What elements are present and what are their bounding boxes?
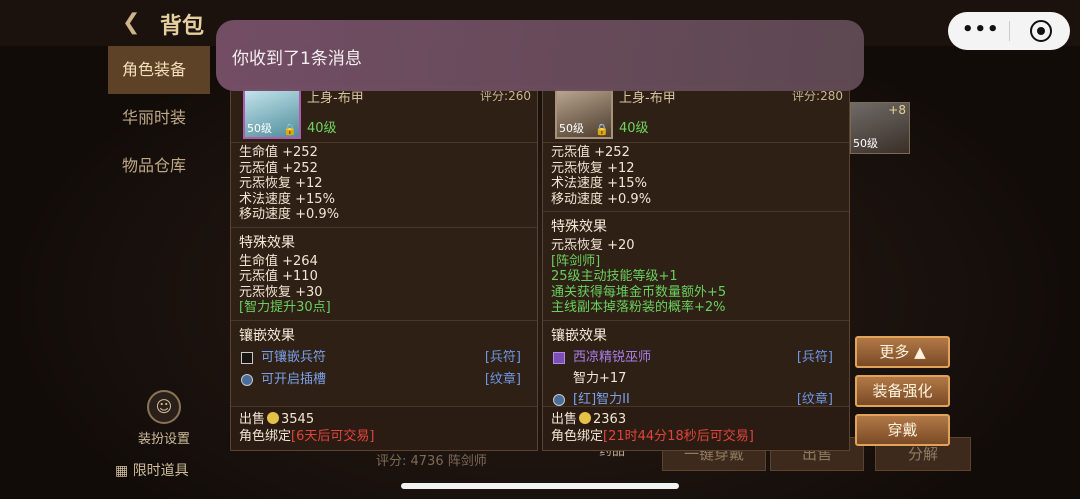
outfit-settings-label: 装扮设置 bbox=[137, 432, 190, 447]
stat-line: 生命值 +252 bbox=[239, 145, 318, 160]
special-bonus: 25级主动技能等级+1 bbox=[551, 269, 678, 284]
stat-line: 术法速度 +15% bbox=[551, 176, 647, 191]
item-header: 50级 🔒 上身-布甲 评分:260 40级 bbox=[231, 87, 537, 143]
limited-items-label: 限时道具 bbox=[132, 463, 189, 479]
left-tab-list: 角色装备 华丽时装 物品仓库 bbox=[108, 46, 210, 190]
stat-line: 移动速度 +0.9% bbox=[239, 207, 340, 222]
item-level: 50级 bbox=[853, 137, 878, 150]
special-line: 元炁恢复 +20 bbox=[551, 238, 635, 253]
special-bonus: 通关获得每堆金币数量额外+5 bbox=[551, 284, 727, 300]
item-icon: 50级 🔒 bbox=[555, 89, 613, 139]
base-stats: 生命值 +252 元炁值 +252 元炁恢复 +12 术法速度 +15% 移动速… bbox=[231, 143, 537, 228]
page-title: 背包 bbox=[160, 14, 205, 39]
message-notification[interactable]: 你收到了1条消息 bbox=[216, 20, 864, 91]
stat-line: 术法速度 +15% bbox=[239, 191, 335, 207]
special-effects: 特殊效果 元炁恢复 +20 [阵剑师] 25级主动技能等级+1 通关获得每堆金币… bbox=[543, 212, 849, 321]
more-icon[interactable]: ••• bbox=[962, 19, 1000, 40]
sell-label: 出售 bbox=[239, 412, 266, 427]
trade-note: [6天后可交易] bbox=[291, 429, 375, 444]
section-title: 镶嵌效果 bbox=[239, 327, 295, 344]
stat-line: 移动速度 +0.9% bbox=[551, 191, 652, 207]
padlock-icon bbox=[241, 373, 253, 386]
gem-slot[interactable]: 可开启插槽 [纹章] bbox=[239, 369, 529, 391]
sell-price: 2363 bbox=[593, 412, 627, 427]
gem-type: [兵符] bbox=[484, 349, 521, 365]
gem-slot[interactable]: 西凉精锐巫师 [兵符] bbox=[551, 347, 841, 369]
special-bonus: [智力提升30点] bbox=[239, 300, 331, 315]
person-icon: ☺ bbox=[147, 390, 181, 424]
back-arrow-icon[interactable]: ❮ bbox=[122, 10, 140, 35]
more-label: 更多 bbox=[879, 343, 910, 361]
item-header: 50级 🔒 上身-布甲 评分:280 40级 bbox=[543, 87, 849, 143]
home-indicator[interactable] bbox=[401, 483, 679, 489]
required-level: 40级 bbox=[619, 121, 649, 136]
caret-up-icon: ▲ bbox=[914, 343, 926, 361]
equip-button[interactable]: 穿戴 bbox=[855, 414, 950, 446]
gem-name: 可开启插槽 bbox=[261, 371, 327, 387]
sell-price: 3545 bbox=[281, 412, 315, 427]
limited-items-button[interactable]: ▦ 限时道具 bbox=[115, 460, 189, 480]
gem-bonus: 智力+17 bbox=[573, 370, 627, 386]
bind-label: 角色绑定 bbox=[551, 429, 604, 444]
gem-effects: 镶嵌效果 可镶嵌兵符 [兵符] 可开启插槽 [纹章] bbox=[231, 321, 537, 395]
special-line: 元炁值 +110 bbox=[239, 269, 318, 284]
special-effects: 特殊效果 生命值 +264 元炁值 +110 元炁恢复 +30 [智力提升30点… bbox=[231, 228, 537, 321]
bind-label: 角色绑定 bbox=[239, 429, 292, 444]
gem-effects: 镶嵌效果 西凉精锐巫师 [兵符] 智力+17 [红]智力II [纹章] bbox=[543, 321, 849, 415]
item-level: 50级 bbox=[247, 122, 272, 135]
tab-fashion[interactable]: 华丽时装 bbox=[108, 94, 210, 142]
special-line: 生命值 +264 bbox=[239, 253, 318, 269]
item-footer: 出售 3545 角色绑定[6天后可交易] bbox=[231, 406, 537, 450]
base-stats: 元炁值 +252 元炁恢复 +12 术法速度 +15% 移动速度 +0.9% bbox=[543, 143, 849, 212]
equipped-item-tooltip: 50级 🔒 上身-布甲 评分:260 40级 生命值 +252 元炁值 +252… bbox=[230, 86, 538, 451]
gem-type: [兵符] bbox=[796, 349, 833, 365]
equipped-item-slot[interactable]: +8 50级 bbox=[850, 102, 910, 154]
enhance-level: +8 bbox=[888, 103, 906, 117]
gem-name: 西凉精锐巫师 bbox=[573, 349, 652, 365]
empty-slot-icon bbox=[241, 351, 253, 364]
coin-icon bbox=[579, 412, 592, 424]
outfit-settings-button[interactable]: ☺ 装扮设置 bbox=[134, 390, 194, 447]
gem-name: 可镶嵌兵符 bbox=[261, 349, 327, 365]
calendar-icon: ▦ bbox=[115, 463, 129, 479]
item-level: 50级 bbox=[559, 122, 584, 135]
more-button[interactable]: 更多 ▲ bbox=[855, 336, 950, 368]
lock-icon: 🔒 bbox=[283, 123, 297, 136]
trade-note: [21时44分18秒后可交易] bbox=[603, 429, 754, 444]
close-target-icon[interactable] bbox=[1030, 20, 1052, 42]
section-title: 特殊效果 bbox=[551, 219, 607, 235]
emblem-icon bbox=[553, 393, 565, 406]
special-bonus: [阵剑师] bbox=[551, 253, 601, 269]
coin-icon bbox=[267, 412, 280, 424]
lock-icon: 🔒 bbox=[595, 123, 609, 136]
section-title: 镶嵌效果 bbox=[551, 327, 607, 344]
tab-character-equipment[interactable]: 角色装备 bbox=[108, 46, 210, 94]
item-icon: 50级 🔒 bbox=[243, 89, 301, 139]
stat-line: 元炁恢复 +12 bbox=[551, 160, 635, 176]
special-bonus: 主线副本掉落粉装的概率+2% bbox=[551, 300, 726, 315]
special-line: 元炁恢复 +30 bbox=[239, 284, 323, 300]
sell-label: 出售 bbox=[551, 412, 578, 427]
section-title: 特殊效果 bbox=[239, 234, 295, 251]
capsule-divider bbox=[1009, 21, 1010, 41]
character-score: 评分: 4736 阵剑师 bbox=[376, 454, 487, 469]
item-footer: 出售 2363 角色绑定[21时44分18秒后可交易] bbox=[543, 406, 849, 450]
required-level: 40级 bbox=[307, 121, 337, 136]
enhance-equipment-button[interactable]: 装备强化 bbox=[855, 375, 950, 407]
stat-line: 元炁恢复 +12 bbox=[239, 176, 323, 191]
mini-program-capsule: ••• bbox=[948, 12, 1070, 50]
gem-type: [纹章] bbox=[484, 371, 521, 387]
stat-line: 元炁值 +252 bbox=[551, 145, 630, 160]
notification-text: 你收到了1条消息 bbox=[232, 49, 362, 69]
soldier-icon bbox=[553, 351, 565, 364]
tab-warehouse[interactable]: 物品仓库 bbox=[108, 142, 210, 190]
stat-line: 元炁值 +252 bbox=[239, 160, 318, 176]
gem-slot[interactable]: 可镶嵌兵符 [兵符] bbox=[239, 347, 529, 369]
selected-item-tooltip: 50级 🔒 上身-布甲 评分:280 40级 元炁值 +252 元炁恢复 +12… bbox=[542, 86, 850, 451]
